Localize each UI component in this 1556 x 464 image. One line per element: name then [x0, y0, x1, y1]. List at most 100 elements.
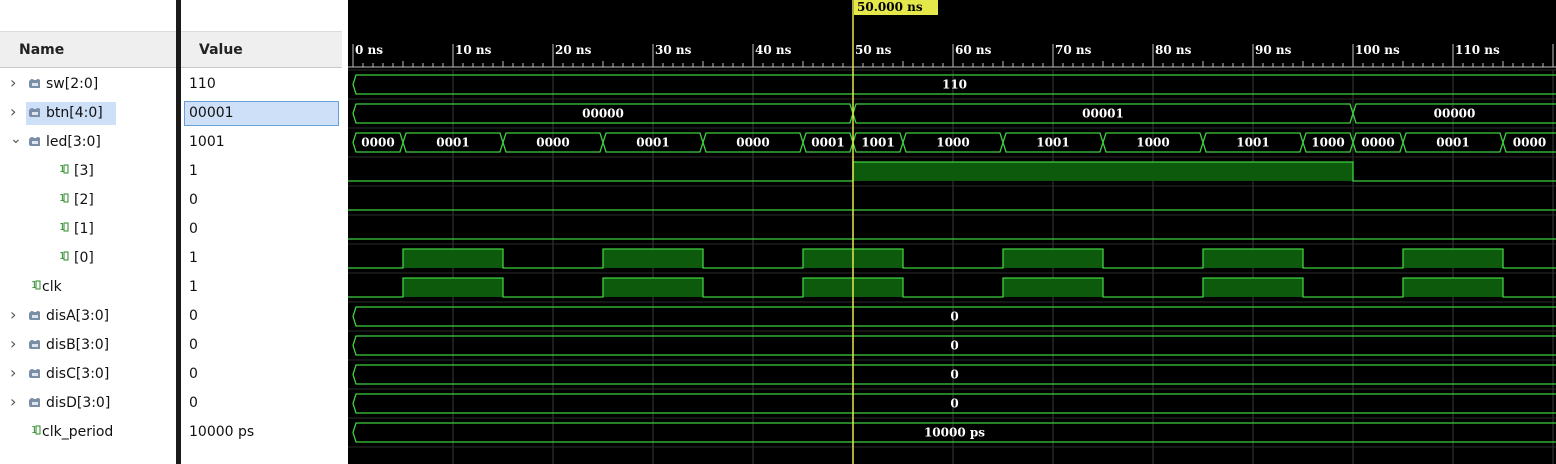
signal-value: 00001	[189, 105, 234, 121]
bus-value-label: 1000	[1311, 136, 1344, 150]
value-row-3[interactable]: 1	[181, 157, 342, 186]
signal-row-clk_period-12[interactable]: 1 clk_period	[0, 418, 176, 447]
signal-row-disa30-8[interactable]: › disA[3:0]	[0, 302, 176, 331]
signal-name: led[3:0]	[46, 134, 101, 150]
name-column-header[interactable]: Name	[0, 31, 176, 68]
value-row-6[interactable]: 1	[181, 244, 342, 273]
value-row-7[interactable]: 1	[181, 273, 342, 302]
high-level-fill	[1003, 249, 1103, 268]
bus-value-label: 0000	[361, 136, 394, 150]
value-row-8[interactable]: 0	[181, 302, 342, 331]
signal-value: 110	[189, 76, 216, 92]
expand-chevron-icon[interactable]: ›	[10, 102, 16, 121]
signal-name: disB[3:0]	[46, 337, 110, 353]
high-level-fill	[1003, 278, 1103, 297]
signal-name: clk	[42, 279, 62, 295]
bit-signal-icon: 1	[58, 220, 70, 237]
signal-row-disd30-11[interactable]: › disD[3:0]	[0, 389, 176, 418]
signal-row-0-6[interactable]: 1 [0]	[0, 244, 176, 273]
bus-value-label: 0001	[1436, 136, 1469, 150]
timeline-tick-label: 110 ns	[1455, 43, 1500, 57]
signal-row-2-4[interactable]: 1 [2]	[0, 186, 176, 215]
signal-name: disC[3:0]	[46, 366, 110, 382]
signal-name: btn[4:0]	[46, 105, 103, 121]
signal-name: [1]	[74, 221, 94, 237]
timeline-tick-label: 40 ns	[755, 43, 792, 57]
signal-row-sw20-0[interactable]: › sw[2:0]	[0, 70, 176, 99]
signal-value: 0	[189, 395, 198, 411]
value-row-11[interactable]: 0	[181, 389, 342, 418]
bus-value-label: 0000	[1361, 136, 1394, 150]
bus-value-label: 00000	[582, 107, 624, 121]
signal-value: 0	[189, 366, 198, 382]
timeline-tick-label: 70 ns	[1055, 43, 1092, 57]
signal-value: 0	[189, 192, 198, 208]
high-level-fill	[1203, 249, 1303, 268]
value-column-header[interactable]: Value	[181, 31, 342, 68]
timeline-tick-label: 90 ns	[1255, 43, 1292, 57]
signal-row-btn40-1[interactable]: › btn[4:0]	[0, 99, 176, 128]
bus-value-label: 0001	[636, 136, 669, 150]
timeline-tick-label: 100 ns	[1355, 43, 1400, 57]
bus-signal-icon	[29, 108, 40, 117]
bus-value-label: 0001	[811, 136, 844, 150]
value-row-5[interactable]: 0	[181, 215, 342, 244]
value-row-0[interactable]: 110	[181, 70, 342, 99]
value-row-4[interactable]: 0	[181, 186, 342, 215]
expand-chevron-icon[interactable]: ›	[10, 73, 16, 92]
high-level-fill	[603, 249, 703, 268]
signal-value: 1001	[189, 134, 225, 150]
bus-value-label: 1000	[936, 136, 969, 150]
expand-chevron-icon[interactable]: ›	[10, 392, 16, 411]
signal-name: disD[3:0]	[46, 395, 111, 411]
value-column: Value 110 00001 1001 1 0 0 1 1 0 0 0 0 10000 ps	[181, 0, 342, 464]
bus-value-label: 1000	[1136, 136, 1169, 150]
high-level-fill	[1203, 278, 1303, 297]
signal-row-disc30-10[interactable]: › disC[3:0]	[0, 360, 176, 389]
signal-row-1-5[interactable]: 1 [1]	[0, 215, 176, 244]
signal-name: sw[2:0]	[46, 76, 99, 92]
signal-value: 10000 ps	[189, 424, 255, 440]
expand-chevron-icon[interactable]: ›	[10, 334, 16, 353]
high-level-fill	[853, 162, 1353, 181]
collapse-chevron-icon[interactable]: ⌄	[10, 131, 22, 147]
signal-row-3-3[interactable]: 1 [3]	[0, 157, 176, 186]
signal-value: 1	[189, 250, 198, 266]
value-row-10[interactable]: 0	[181, 360, 342, 389]
high-level-fill	[403, 249, 503, 268]
expand-chevron-icon[interactable]: ›	[10, 363, 16, 382]
signal-row-led30-2[interactable]: ⌄ led[3:0]	[0, 128, 176, 157]
bus-value-label: 00000	[1434, 107, 1476, 121]
bus-value-label: 0001	[436, 136, 469, 150]
signal-row-disb30-9[interactable]: › disB[3:0]	[0, 331, 176, 360]
timeline-tick-label: 0 ns	[355, 43, 383, 57]
signal-value: 1	[189, 163, 198, 179]
signal-value: 0	[189, 337, 198, 353]
signal-value: 0	[189, 221, 198, 237]
expand-chevron-icon[interactable]: ›	[10, 305, 16, 324]
signal-name: [2]	[74, 192, 94, 208]
timeline-tick-label: 30 ns	[655, 43, 692, 57]
value-row-2[interactable]: 1001	[181, 128, 342, 157]
bus-value-label: 0	[950, 368, 958, 382]
signal-name: [3]	[74, 163, 94, 179]
signal-value: 0	[189, 308, 198, 324]
bit-signal-icon: 1	[58, 162, 70, 179]
value-row-12[interactable]: 10000 ps	[181, 418, 342, 447]
timeline-tick-label: 60 ns	[955, 43, 992, 57]
bit-signal-icon: 1	[58, 249, 70, 266]
bus-signal-icon	[29, 398, 40, 407]
timeline-tick-label: 50 ns	[855, 43, 892, 57]
timeline-tick-label: 20 ns	[555, 43, 592, 57]
value-header-label: Value	[199, 42, 243, 58]
signal-row-clk-7[interactable]: 1 clk	[0, 273, 176, 302]
bit-signal-icon: 1	[58, 191, 70, 208]
name-header-label: Name	[19, 42, 65, 58]
bus-value-label: 1001	[1236, 136, 1269, 150]
name-column: Name › sw[2:0] › btn[4:0] ⌄ led[3:0] 1 [3] 1 [2] 1…	[0, 0, 176, 464]
bus-signal-icon	[29, 369, 40, 378]
bus-value-label: 0	[950, 339, 958, 353]
waveform-canvas[interactable]: 0 ns 10 ns 20 ns 30 ns 40 ns 50 ns 60 ns 70 ns 8…	[348, 0, 1556, 464]
value-row-9[interactable]: 0	[181, 331, 342, 360]
value-row-1[interactable]: 00001	[181, 99, 342, 128]
